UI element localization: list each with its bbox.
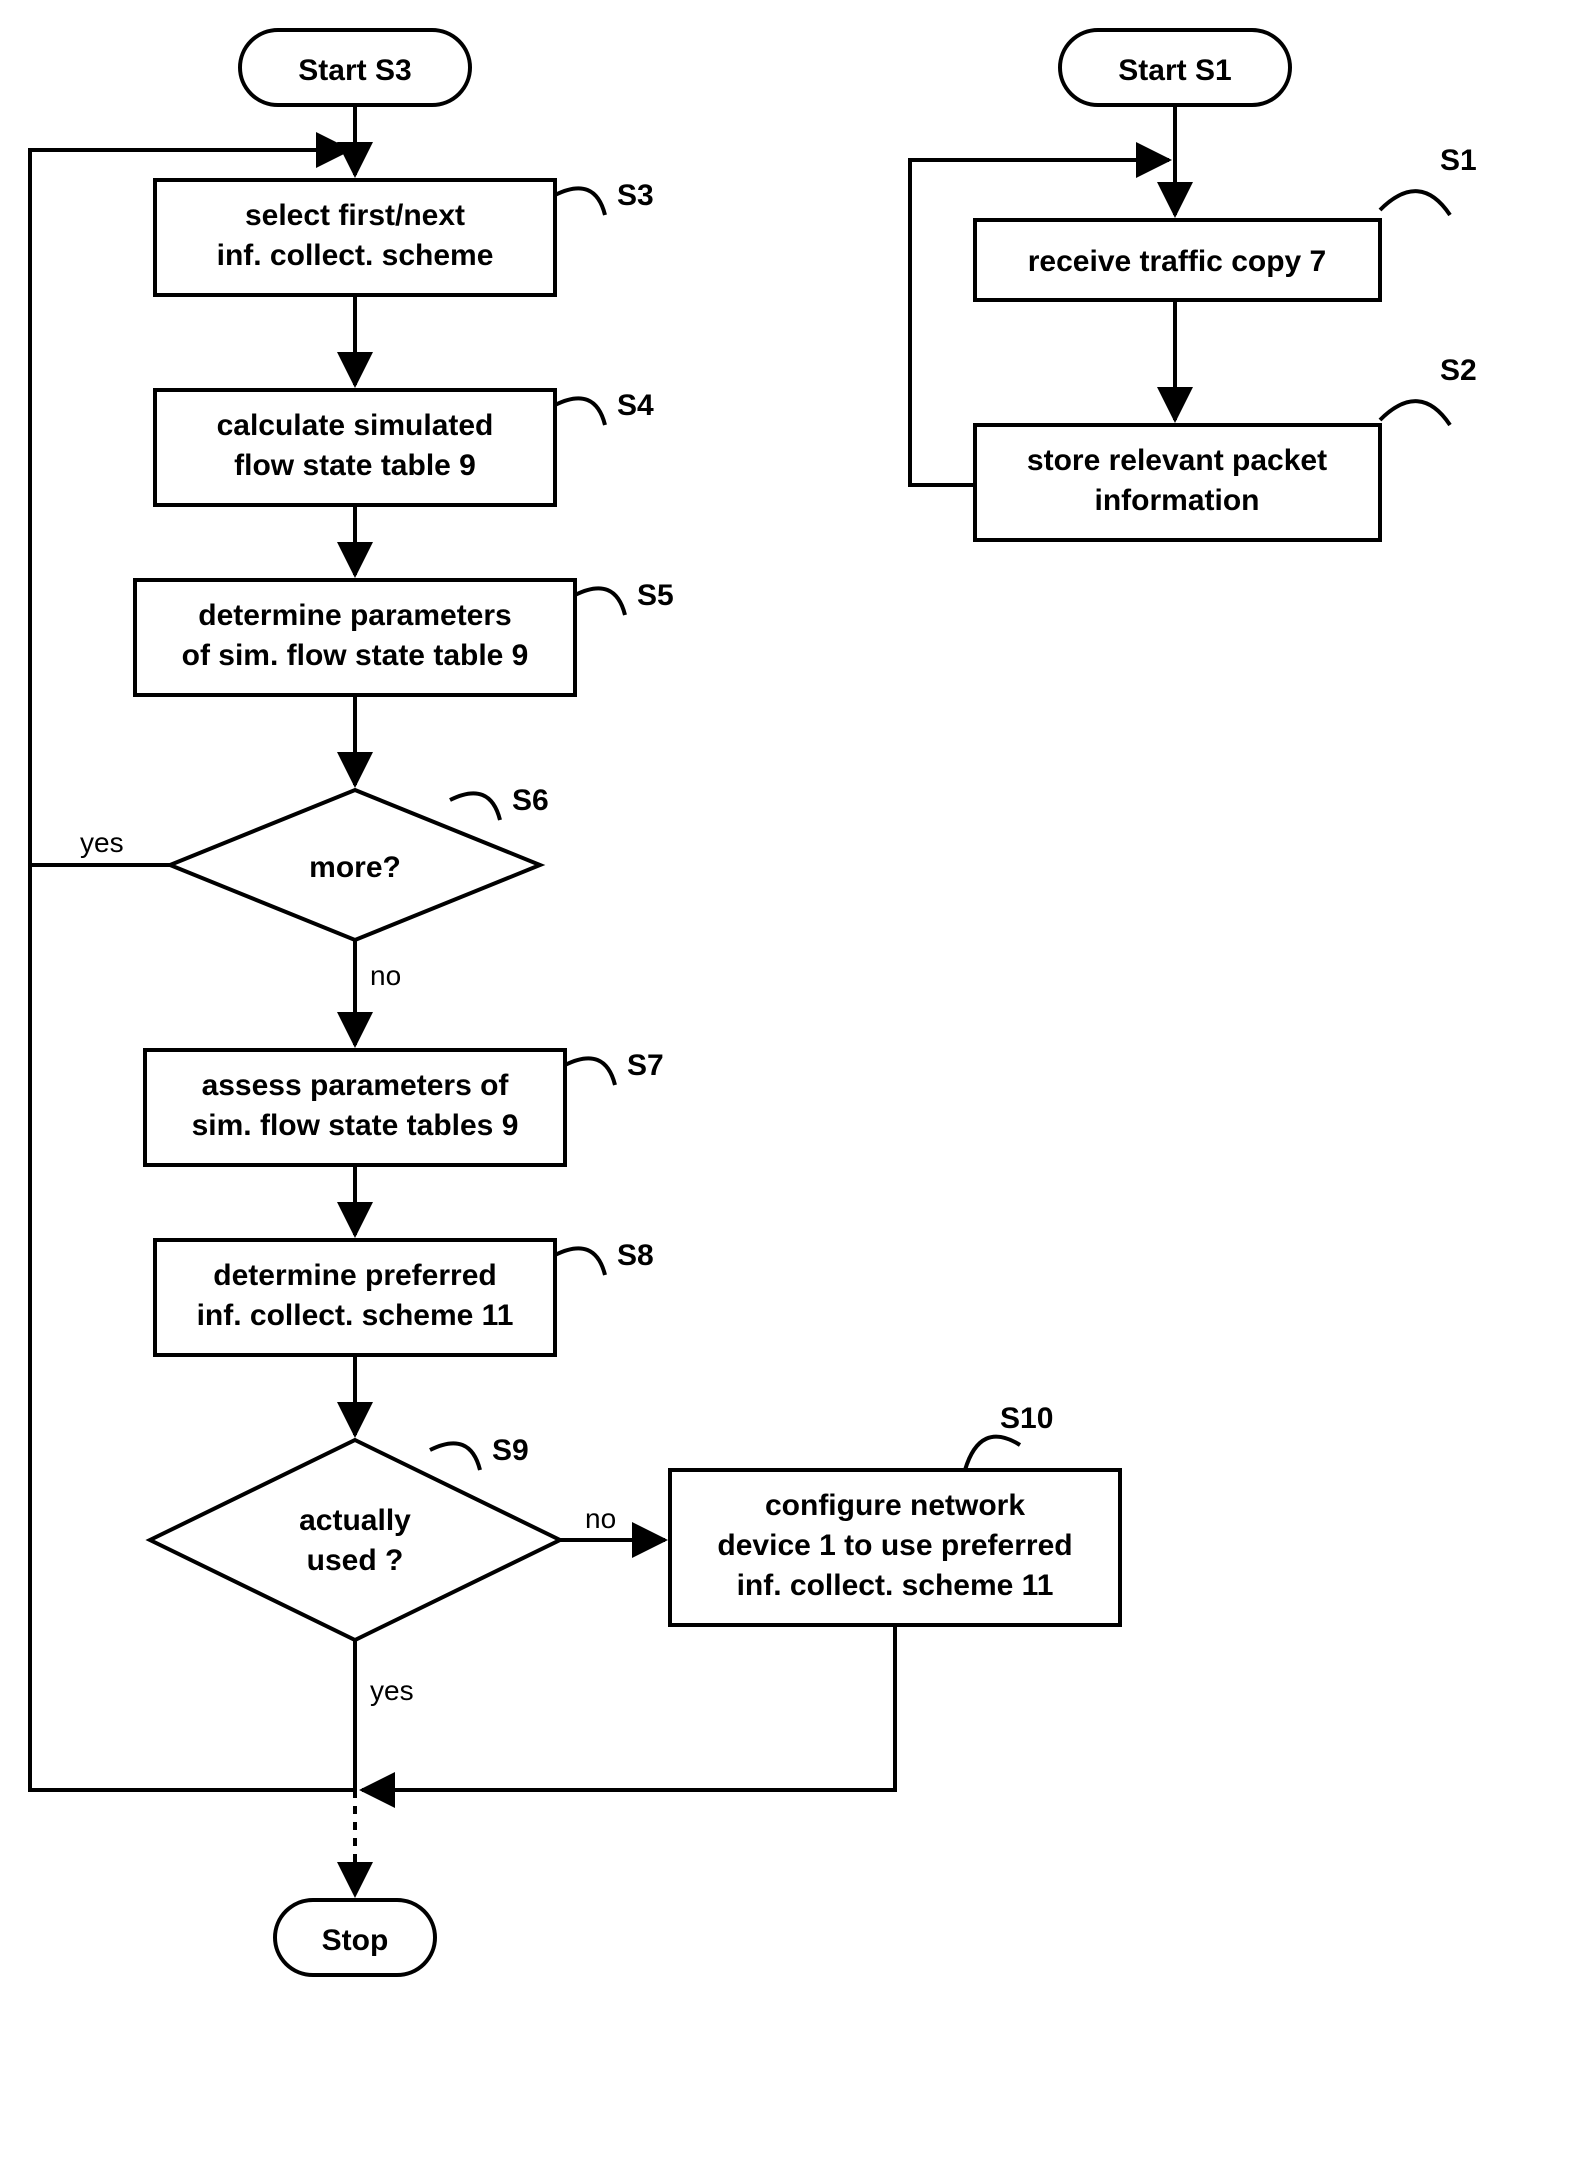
- s2-line1: store relevant packet: [1027, 444, 1327, 477]
- s8-line2: inf. collect. scheme 11: [197, 1299, 514, 1332]
- box-s4: calculate simulated flow state table 9: [155, 390, 555, 505]
- s9-line1: actually: [299, 1504, 411, 1537]
- tag-s9: S9: [492, 1434, 529, 1467]
- s6-no-label: no: [370, 960, 401, 991]
- box-s10: configure network device 1 to use prefer…: [670, 1470, 1120, 1625]
- leader-s5: [575, 588, 625, 615]
- box-s2: store relevant packet information: [975, 425, 1380, 540]
- s9-no-label: no: [585, 1503, 616, 1534]
- s9-line2: used ?: [307, 1544, 404, 1577]
- leader-s10: [965, 1437, 1020, 1470]
- s5-line1: determine parameters: [198, 599, 511, 632]
- box-s5: determine parameters of sim. flow state …: [135, 580, 575, 695]
- start-s3-text: Start S3: [298, 54, 411, 87]
- terminator-start-s1: Start S1: [1060, 30, 1290, 105]
- s4-line2: flow state table 9: [234, 449, 476, 482]
- box-s7: assess parameters of sim. flow state tab…: [145, 1050, 565, 1165]
- stop-text: Stop: [322, 1924, 389, 1957]
- s10-line1: configure network: [765, 1489, 1025, 1522]
- s4-line1: calculate simulated: [217, 409, 494, 442]
- s1-line1: receive traffic copy 7: [1028, 245, 1327, 278]
- tag-s1: S1: [1440, 144, 1477, 177]
- flowchart-svg: Start S3 select first/next inf. collect.…: [0, 0, 1579, 2157]
- leader-s8: [555, 1248, 605, 1275]
- s2-line2: information: [1095, 484, 1260, 517]
- terminator-stop: Stop: [275, 1900, 435, 1975]
- s10-line2: device 1 to use preferred: [717, 1529, 1072, 1562]
- tag-s6: S6: [512, 784, 549, 817]
- terminator-start-s3: Start S3: [240, 30, 470, 105]
- leader-s2: [1380, 401, 1450, 425]
- tag-s8: S8: [617, 1239, 654, 1272]
- s9-yes-label: yes: [370, 1675, 414, 1706]
- box-s3: select first/next inf. collect. scheme: [155, 180, 555, 295]
- tag-s2: S2: [1440, 354, 1477, 387]
- s7-line1: assess parameters of: [202, 1069, 510, 1102]
- leader-s7: [565, 1058, 615, 1085]
- tag-s5: S5: [637, 579, 674, 612]
- s3-line2: inf. collect. scheme: [217, 239, 494, 272]
- leader-s4: [555, 398, 605, 425]
- leader-s6: [450, 793, 500, 820]
- decision-s6: more?: [170, 790, 540, 940]
- s3-line1: select first/next: [245, 199, 465, 232]
- leader-s9: [430, 1443, 480, 1470]
- s5-line2: of sim. flow state table 9: [182, 639, 529, 672]
- s6-yes-label: yes: [80, 827, 124, 858]
- s8-line1: determine preferred: [213, 1259, 496, 1292]
- tag-s10: S10: [1000, 1402, 1053, 1435]
- tag-s4: S4: [617, 389, 654, 422]
- box-s1: receive traffic copy 7: [975, 220, 1380, 300]
- box-s8: determine preferred inf. collect. scheme…: [155, 1240, 555, 1355]
- leader-s1: [1380, 191, 1450, 215]
- leader-s3: [555, 188, 605, 215]
- s10-line3: inf. collect. scheme 11: [737, 1569, 1054, 1602]
- arrow-s10-merge: [362, 1625, 895, 1790]
- s6-q: more?: [309, 851, 401, 884]
- s7-line2: sim. flow state tables 9: [192, 1109, 519, 1142]
- decision-s9: actually used ?: [150, 1440, 560, 1640]
- tag-s3: S3: [617, 179, 654, 212]
- start-s1-text: Start S1: [1118, 54, 1231, 87]
- tag-s7: S7: [627, 1049, 664, 1082]
